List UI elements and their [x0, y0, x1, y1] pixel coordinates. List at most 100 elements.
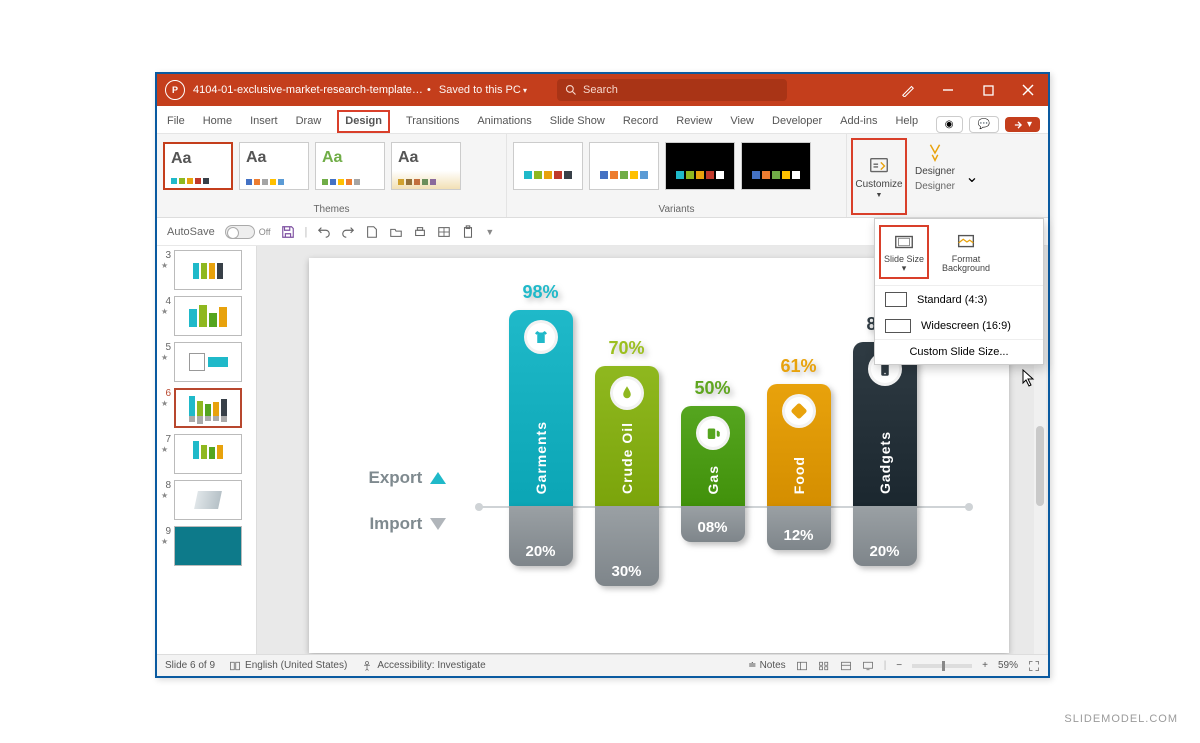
import-label: Import — [369, 514, 422, 534]
title-bar: P 4104-01-exclusive-market-research-temp… — [157, 74, 1048, 106]
import-pct: 20% — [509, 506, 573, 566]
variants-label: Variants — [513, 204, 840, 215]
open-icon[interactable] — [389, 225, 403, 239]
minimize-button[interactable] — [928, 74, 968, 106]
thumb-8[interactable] — [174, 480, 242, 520]
export-pct: 61% — [767, 356, 831, 377]
theme-thumb-1[interactable]: Aa — [163, 142, 233, 190]
slide-position[interactable]: Slide 6 of 9 — [165, 660, 215, 671]
tab-design[interactable]: Design — [337, 110, 390, 133]
save-icon[interactable] — [281, 225, 295, 239]
triangle-down-icon — [430, 518, 446, 530]
widescreen-icon — [885, 319, 911, 333]
autosave-toggle[interactable] — [225, 225, 255, 239]
customize-label: Customize — [855, 179, 902, 190]
format-background-icon — [955, 231, 977, 253]
zoom-in[interactable]: + — [982, 660, 988, 671]
language-status[interactable]: English (United States) — [229, 660, 347, 672]
tab-review[interactable]: Review — [674, 110, 714, 133]
designer-icon — [924, 142, 946, 164]
variant-1[interactable] — [513, 142, 583, 190]
tab-record[interactable]: Record — [621, 110, 660, 133]
customize-button[interactable]: Customize ▼ — [851, 138, 907, 215]
zoom-out[interactable]: − — [896, 660, 902, 671]
maximize-button[interactable] — [968, 74, 1008, 106]
bar-crude-oil: 70%Crude Oil30% — [595, 288, 659, 613]
themes-label: Themes — [163, 204, 500, 215]
export-label: Export — [369, 468, 423, 488]
thumb-3[interactable] — [174, 250, 242, 290]
close-button[interactable] — [1008, 74, 1048, 106]
accessibility-status[interactable]: Accessibility: Investigate — [361, 660, 485, 672]
new-file-icon[interactable] — [365, 225, 379, 239]
variant-3[interactable] — [665, 142, 735, 190]
redo-icon[interactable] — [341, 225, 355, 239]
slide-thumbnails[interactable]: 3★ 4★ 5★ 6★ 7★ 8★ 9★ — [157, 246, 257, 654]
tab-addins[interactable]: Add-ins — [838, 110, 879, 133]
search-placeholder: Search — [583, 84, 618, 96]
powerpoint-icon: P — [165, 80, 185, 100]
theme-thumb-3[interactable]: Aa — [315, 142, 385, 190]
variants-group: Variants — [507, 134, 847, 217]
thumb-6[interactable] — [174, 388, 242, 428]
search-box[interactable]: Search — [557, 79, 787, 101]
size-widescreen[interactable]: Widescreen (16:9) — [875, 313, 1043, 339]
tab-slideshow[interactable]: Slide Show — [548, 110, 607, 133]
document-title[interactable]: 4104-01-exclusive-market-research-templa… — [193, 84, 423, 96]
customize-icon — [868, 155, 890, 177]
theme-thumb-2[interactable]: Aa — [239, 142, 309, 190]
thumb-7[interactable] — [174, 434, 242, 474]
normal-view-icon[interactable] — [796, 660, 808, 672]
size-custom[interactable]: Custom Slide Size... — [875, 339, 1043, 364]
designer-button[interactable]: Designer — [907, 138, 963, 181]
slide-size-menu: Slide Size ▾ Format Background Standard … — [874, 218, 1044, 365]
save-status[interactable]: Saved to this PC — [439, 84, 527, 96]
import-pct: 08% — [681, 506, 745, 542]
thumb-9[interactable] — [174, 526, 242, 566]
fit-icon[interactable] — [1028, 660, 1040, 672]
ribbon: Aa Aa Aa Aa Themes Variants Customize ▼ — [157, 134, 1048, 218]
table-icon[interactable] — [437, 225, 451, 239]
export-pct: 98% — [509, 282, 573, 303]
ribbon-collapse[interactable]: ⌄ — [963, 138, 981, 215]
theme-thumb-4[interactable]: Aa — [391, 142, 461, 190]
tab-animations[interactable]: Animations — [475, 110, 533, 133]
tab-help[interactable]: Help — [893, 110, 920, 133]
thumb-4[interactable] — [174, 296, 242, 336]
zoom-slider[interactable] — [912, 664, 972, 668]
format-background-label: Format Background — [937, 255, 995, 273]
tab-file[interactable]: File — [165, 110, 187, 133]
ink-button[interactable] — [888, 74, 928, 106]
comments-button[interactable]: 💬 — [969, 116, 999, 133]
variant-4[interactable] — [741, 142, 811, 190]
category-icon — [610, 376, 644, 410]
reading-view-icon[interactable] — [840, 660, 852, 672]
zoom-value[interactable]: 59% — [998, 660, 1018, 671]
import-pct: 30% — [595, 506, 659, 586]
tab-insert[interactable]: Insert — [248, 110, 280, 133]
size-standard[interactable]: Standard (4:3) — [875, 286, 1043, 313]
variant-2[interactable] — [589, 142, 659, 190]
record-indicator[interactable]: ◉ — [936, 116, 963, 133]
import-pct: 20% — [853, 506, 917, 566]
undo-icon[interactable] — [317, 225, 331, 239]
triangle-up-icon — [430, 472, 446, 484]
slideshow-view-icon[interactable] — [862, 660, 874, 672]
category-icon — [524, 320, 558, 354]
app-window: P 4104-01-exclusive-market-research-temp… — [155, 72, 1050, 678]
slide-size-button[interactable]: Slide Size ▾ — [879, 225, 929, 279]
watermark: SLIDEMODEL.COM — [1064, 713, 1178, 725]
category-icon — [696, 416, 730, 450]
print-icon[interactable] — [413, 225, 427, 239]
notes-button[interactable]: ≐ Notes — [748, 660, 786, 671]
tab-developer[interactable]: Developer — [770, 110, 824, 133]
paste-icon[interactable] — [461, 225, 475, 239]
sorter-view-icon[interactable] — [818, 660, 830, 672]
share-button[interactable]: ▾ — [1005, 117, 1040, 132]
tab-home[interactable]: Home — [201, 110, 234, 133]
tab-view[interactable]: View — [728, 110, 756, 133]
format-background-button[interactable]: Format Background — [935, 225, 997, 279]
tab-draw[interactable]: Draw — [294, 110, 324, 133]
thumb-5[interactable] — [174, 342, 242, 382]
tab-transitions[interactable]: Transitions — [404, 110, 461, 133]
